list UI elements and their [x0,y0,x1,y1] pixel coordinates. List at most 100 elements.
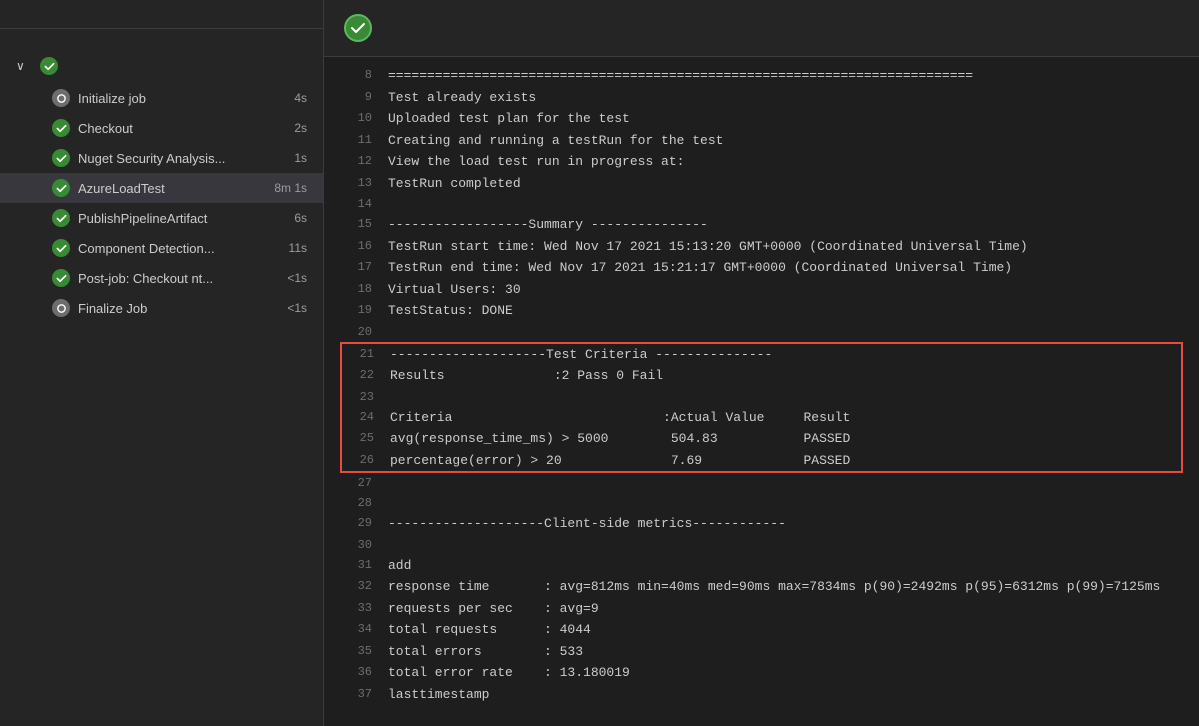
log-line: 31add [324,555,1199,577]
log-text: percentage(error) > 20 7.69 PASSED [390,451,1181,471]
log-line: 35 total errors : 533 [324,641,1199,663]
step-name: Finalize Job [78,301,279,316]
log-line: 36 total error rate : 13.180019 [324,662,1199,684]
job-step[interactable]: Initialize job4s [0,83,323,113]
step-duration: 2s [294,121,307,135]
line-number: 32 [340,577,372,595]
step-name: Post-job: Checkout nt... [78,271,279,286]
log-text: --------------------Test Criteria ------… [390,345,1181,365]
log-line: 11 Creating and running a testRun for the… [324,130,1199,152]
line-number: 10 [340,109,372,127]
line-number: 25 [342,429,374,447]
job-step[interactable]: Finalize Job <1s [0,293,323,323]
right-panel: 8 =======================================… [324,0,1199,726]
log-highlighted-region: 21 --------------------Test Criteria ----… [324,342,1199,474]
log-line: 23 [342,387,1181,407]
line-number: 14 [340,195,372,213]
line-number: 19 [340,301,372,319]
line-number: 30 [340,536,372,554]
log-text: Results :2 Pass 0 Fail [390,366,1181,386]
job-group-header[interactable]: ∨ [0,49,323,83]
line-number: 37 [340,685,372,703]
log-line: 16TestRun start time: Wed Nov 17 2021 15… [324,236,1199,258]
log-line: 17TestRun end time: Wed Nov 17 2021 15:2… [324,257,1199,279]
log-line: 15------------------Summary ------------… [324,214,1199,236]
line-number: 27 [340,474,372,492]
step-status-icon [52,239,70,257]
step-name: AzureLoadTest [78,181,266,196]
log-text: Criteria :Actual Value Result [390,408,1181,428]
log-text: lasttimestamp [388,685,1183,705]
step-name: Initialize job [78,91,286,106]
log-text: TestRun end time: Wed Nov 17 2021 15:21:… [388,258,1183,278]
log-text: ========================================… [388,66,1183,86]
log-line: 30 [324,535,1199,555]
log-line: 29 --------------------Client-side metric… [324,513,1199,535]
log-line: 18Virtual Users: 30 [324,279,1199,301]
log-text: --------------------Client-side metrics-… [388,514,1183,534]
step-name: Component Detection... [78,241,281,256]
log-line: 22 Results :2 Pass 0 Fail [342,365,1181,387]
step-duration: <1s [287,301,307,315]
log-line: 33requests per sec : avg=9 [324,598,1199,620]
log-text: Test already exists [388,88,1183,108]
step-status-icon [52,269,70,287]
log-line: 20 [324,322,1199,342]
line-number: 13 [340,174,372,192]
job-step[interactable]: Checkout2s [0,113,323,143]
step-status-icon [52,179,70,197]
log-line: 13 TestRun completed [324,173,1199,195]
log-line: 32response time : avg=812ms min=40ms med… [324,576,1199,598]
line-number: 8 [340,66,372,84]
line-number: 9 [340,88,372,106]
line-number: 26 [342,451,374,469]
log-container[interactable]: 8 =======================================… [324,57,1199,726]
log-line: 25 avg(response_time_ms) > 5000 504.83 PA… [342,428,1181,450]
section-label [0,29,323,49]
log-line: 12View the load test run in progress at: [324,151,1199,173]
job-step[interactable]: Component Detection...11s [0,233,323,263]
step-duration: <1s [287,271,307,285]
line-number: 21 [342,345,374,363]
log-line: 9 Test already exists [324,87,1199,109]
step-status-icon [344,14,372,42]
line-number: 20 [340,323,372,341]
log-line: 8 =======================================… [324,65,1199,87]
log-line: 24Criteria :Actual Value Result [342,407,1181,429]
line-number: 33 [340,599,372,617]
log-after: 272829 --------------------Client-side me… [324,473,1199,705]
log-line: 19 TestStatus: DONE [324,300,1199,322]
test-criteria-box: 21 --------------------Test Criteria ----… [340,342,1183,474]
log-text: TestStatus: DONE [388,301,1183,321]
step-status-icon [52,209,70,227]
log-before: 8 =======================================… [324,65,1199,342]
log-text: TestRun completed [388,174,1183,194]
step-duration: 6s [294,211,307,225]
log-line: 37 lasttimestamp [324,684,1199,706]
log-text: View the load test run in progress at: [388,152,1183,172]
line-number: 23 [342,388,374,406]
log-text: avg(response_time_ms) > 5000 504.83 PASS… [390,429,1181,449]
page-header [0,0,323,29]
job-group: ∨ Initialize job4sCheckout2sNuget Securi… [0,49,323,323]
job-step[interactable]: AzureLoadTest8m 1s [0,173,323,203]
line-number: 36 [340,663,372,681]
job-step[interactable]: Post-job: Checkout nt... <1s [0,263,323,293]
line-number: 35 [340,642,372,660]
step-name: Nuget Security Analysis... [78,151,286,166]
log-text: total errors : 533 [388,642,1183,662]
line-number: 22 [342,366,374,384]
log-text: total error rate : 13.180019 [388,663,1183,683]
line-number: 34 [340,620,372,638]
log-line: 14 [324,194,1199,214]
line-number: 11 [340,131,372,149]
job-step[interactable]: Nuget Security Analysis...1s [0,143,323,173]
job-status-icon [40,57,58,75]
line-number: 29 [340,514,372,532]
log-line: 28 [324,493,1199,513]
line-number: 18 [340,280,372,298]
job-step[interactable]: PublishPipelineArtifact6s [0,203,323,233]
step-status-icon [52,119,70,137]
log-text: Creating and running a testRun for the t… [388,131,1183,151]
job-steps-list: Initialize job4sCheckout2sNuget Security… [0,83,323,323]
